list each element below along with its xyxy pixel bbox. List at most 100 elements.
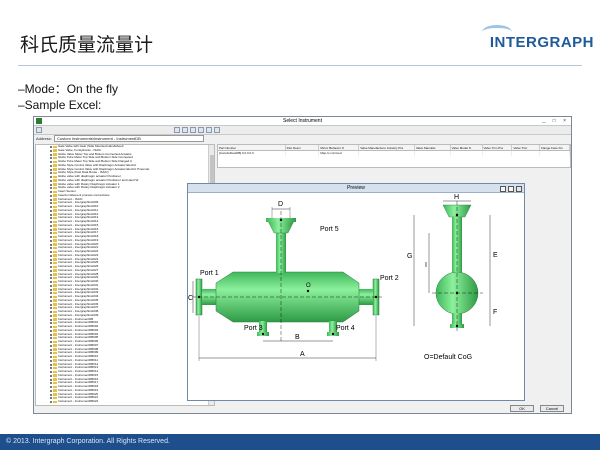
expand-icon[interactable]: [50, 374, 52, 377]
expand-icon[interactable]: [50, 236, 52, 238]
expand-icon[interactable]: [50, 371, 52, 373]
expand-icon[interactable]: [50, 337, 52, 340]
grid-row[interactable]: [CoriolisFlowDB] 0.0.0.0.0 Map to mirrore…: [218, 151, 570, 156]
expand-icon[interactable]: [50, 333, 52, 336]
expand-icon[interactable]: [50, 322, 52, 325]
minimize-icon[interactable]: [500, 185, 506, 192]
expand-icon[interactable]: [50, 273, 52, 276]
close-icon[interactable]: [516, 185, 522, 192]
expand-icon[interactable]: [50, 288, 52, 291]
expand-icon[interactable]: [50, 386, 52, 388]
expand-icon[interactable]: [50, 356, 52, 358]
maximize-icon[interactable]: [508, 185, 514, 192]
grid-column-header[interactable]: Flange Face Fin: [540, 145, 570, 150]
expand-icon[interactable]: [50, 172, 52, 175]
back-icon[interactable]: [174, 127, 180, 133]
expand-icon[interactable]: [50, 348, 52, 351]
expand-icon[interactable]: [50, 157, 52, 160]
expand-icon[interactable]: [50, 281, 52, 283]
expand-icon[interactable]: [50, 232, 52, 235]
expand-icon[interactable]: [50, 266, 52, 268]
grid-column-header[interactable]: Valve Trim: [512, 145, 541, 150]
cancel-button[interactable]: Cancel: [540, 405, 564, 412]
expand-icon[interactable]: [50, 187, 52, 190]
expand-icon[interactable]: [50, 277, 52, 280]
grid-column-header[interactable]: Valve Manufac: [415, 145, 451, 150]
expand-icon[interactable]: [50, 303, 52, 306]
expand-icon[interactable]: [50, 397, 52, 400]
expand-icon[interactable]: [50, 258, 52, 261]
expand-icon[interactable]: [50, 228, 52, 231]
grid-column-header[interactable]: Valve Model N: [451, 145, 483, 150]
expand-icon[interactable]: [50, 318, 52, 321]
expand-icon[interactable]: [50, 378, 52, 381]
grid-column-header[interactable]: Part Number: [218, 145, 286, 150]
label-port5: Port 5: [320, 226, 339, 233]
expand-icon[interactable]: [50, 254, 52, 257]
expand-icon[interactable]: [50, 149, 52, 152]
expand-icon[interactable]: [50, 314, 52, 317]
up-folder-icon[interactable]: [36, 127, 42, 133]
expand-icon[interactable]: [50, 292, 52, 295]
expand-icon[interactable]: [50, 389, 52, 392]
folder-icon: [53, 254, 57, 257]
expand-icon[interactable]: [50, 194, 52, 197]
expand-icon[interactable]: [50, 243, 52, 246]
expand-icon[interactable]: [50, 247, 52, 250]
expand-icon[interactable]: [50, 221, 52, 223]
ok-button[interactable]: OK: [510, 405, 534, 412]
expand-icon[interactable]: [50, 224, 52, 227]
expand-icon[interactable]: [50, 179, 52, 182]
expand-icon[interactable]: [50, 269, 52, 272]
expand-icon[interactable]: [50, 262, 52, 265]
grid-column-header[interactable]: Valve Trim Pra: [483, 145, 513, 150]
port4-dot: [331, 332, 335, 336]
folder-icon: [53, 175, 57, 179]
expand-icon[interactable]: [50, 344, 52, 347]
expand-icon[interactable]: [50, 217, 52, 220]
address-field[interactable]: Custom Instruments\Instrument - Instrume…: [54, 135, 204, 142]
expand-icon[interactable]: [50, 153, 52, 156]
expand-icon[interactable]: [50, 213, 52, 216]
expand-icon[interactable]: [50, 307, 52, 310]
expand-icon[interactable]: [50, 183, 52, 186]
expand-icon[interactable]: [50, 367, 52, 370]
expand-icon[interactable]: [50, 209, 52, 212]
details-icon[interactable]: [198, 127, 204, 133]
expand-icon[interactable]: [50, 299, 52, 302]
grid-column-header[interactable]: Mirror Behavior O: [319, 145, 360, 150]
grid-column-header[interactable]: Part Descr: [286, 145, 320, 150]
tree-scroll-thumb[interactable]: [210, 155, 214, 185]
window-toolbar: [34, 126, 571, 135]
expand-icon[interactable]: [50, 329, 52, 332]
expand-icon[interactable]: [50, 164, 52, 167]
expand-icon[interactable]: [50, 352, 52, 355]
grid-column-header[interactable]: Valve Manufacturer Industry Pra: [359, 145, 415, 150]
window-controls[interactable]: _ □ ×: [543, 118, 570, 124]
expand-icon[interactable]: [50, 202, 52, 205]
expand-icon[interactable]: [50, 363, 52, 366]
expand-icon[interactable]: [50, 168, 52, 171]
expand-icon[interactable]: [50, 311, 52, 313]
expand-icon[interactable]: [50, 296, 52, 298]
expand-icon[interactable]: [50, 191, 52, 193]
expand-icon[interactable]: [50, 251, 52, 253]
expand-icon[interactable]: [50, 198, 52, 201]
expand-icon[interactable]: [50, 284, 52, 287]
view-icon[interactable]: [190, 127, 196, 133]
properties-icon[interactable]: [206, 127, 212, 133]
expand-icon[interactable]: [50, 401, 52, 403]
expand-icon[interactable]: [50, 176, 52, 178]
expand-icon[interactable]: [50, 146, 52, 148]
expand-icon[interactable]: [50, 359, 52, 362]
expand-icon[interactable]: [50, 326, 52, 328]
expand-icon[interactable]: [50, 206, 52, 208]
filter-icon[interactable]: [214, 127, 220, 133]
expand-icon[interactable]: [50, 382, 52, 385]
expand-icon[interactable]: [50, 239, 52, 242]
forward-icon[interactable]: [182, 127, 188, 133]
folder-icon: [53, 171, 57, 175]
expand-icon[interactable]: [50, 341, 52, 343]
expand-icon[interactable]: [50, 393, 52, 396]
expand-icon[interactable]: [50, 161, 52, 163]
